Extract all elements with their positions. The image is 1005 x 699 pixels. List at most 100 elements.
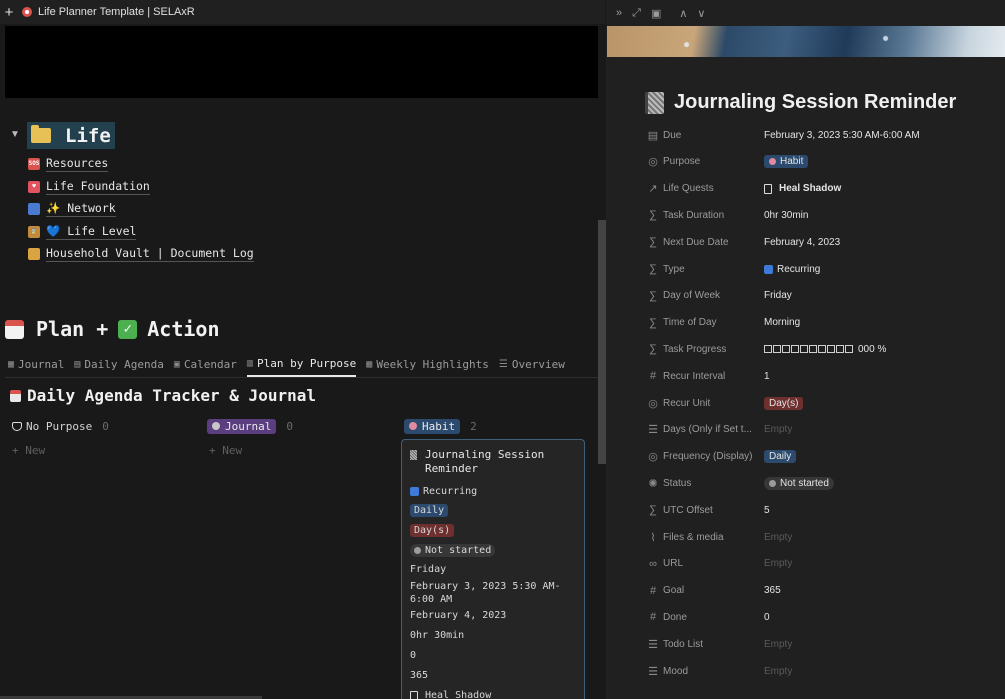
property-row[interactable]: # Goal 365: [644, 582, 999, 600]
column-label: Journal: [225, 419, 272, 433]
property-row[interactable]: ▤ Due February 3, 2023 5:30 AM-6:00 AM: [644, 126, 999, 144]
tab-calendar[interactable]: ▣ Calendar: [174, 352, 237, 377]
collapse-icon[interactable]: »: [616, 7, 622, 19]
check-mark-icon: ✓: [118, 319, 138, 339]
property-row[interactable]: ∑ UTC Offset 5: [644, 501, 999, 519]
property-value[interactable]: 1: [764, 371, 770, 382]
notebook-icon: [10, 389, 21, 402]
property-value[interactable]: Morning: [764, 317, 800, 328]
property-row[interactable]: ∑ Type Recurring: [644, 260, 999, 278]
column-habit[interactable]: Habit 2: [404, 418, 477, 434]
tab-label: Daily Agenda: [84, 358, 164, 371]
property-value[interactable]: Habit: [764, 155, 809, 169]
property-row[interactable]: ☰ Days (Only if Set t... Empty: [644, 421, 999, 439]
progress-cell: [836, 345, 844, 354]
property-value[interactable]: Day(s): [764, 396, 804, 410]
toggle-triangle-icon[interactable]: ▼: [10, 129, 20, 140]
property-row[interactable]: ☰ Mood Empty: [644, 662, 999, 680]
card-title: Journaling Session Reminder: [410, 448, 580, 476]
column-no-purpose[interactable]: No Purpose 0: [12, 418, 109, 434]
property-value[interactable]: 0: [764, 612, 770, 623]
select-icon: ◎: [648, 397, 658, 410]
property-label: Done: [663, 611, 687, 623]
property-row[interactable]: ☰ Todo List Empty: [644, 635, 999, 653]
status-icon: ✺: [648, 477, 658, 490]
side-peek-icon[interactable]: ▣: [651, 7, 661, 20]
property-value[interactable]: Empty: [764, 424, 792, 435]
life-heading[interactable]: Life: [27, 122, 115, 149]
property-value[interactable]: 365: [764, 585, 781, 596]
property-row[interactable]: ∞ URL Empty: [644, 555, 999, 573]
window-title[interactable]: Life Planner Template | SELAxR: [38, 6, 195, 18]
property-row[interactable]: ∑ Task Duration 0hr 30min: [644, 206, 999, 224]
property-tag: Day(s): [764, 396, 804, 410]
tab-overview[interactable]: ☰ Overview: [499, 352, 565, 377]
property-value[interactable]: Recurring: [764, 264, 820, 275]
property-value[interactable]: Empty: [764, 532, 792, 543]
brain-icon: [409, 422, 417, 430]
vertical-scrollbar[interactable]: [598, 220, 606, 464]
expand-icon[interactable]: ⤢: [632, 7, 641, 20]
chevron-up-icon[interactable]: ∧: [679, 7, 687, 20]
property-row[interactable]: ◎ Recur Unit Day(s): [644, 394, 999, 412]
progress-cell: [782, 345, 790, 354]
tab-daily-agenda[interactable]: ▤ Daily Agenda: [74, 352, 164, 377]
new-card-button[interactable]: + New: [12, 444, 45, 457]
property-value[interactable]: February 3, 2023 5:30 AM-6:00 AM: [764, 130, 920, 141]
property-row[interactable]: ∑ Task Progress 000 %: [644, 340, 999, 358]
column-count: 0: [102, 419, 109, 433]
property-value[interactable]: Heal Shadow: [764, 183, 841, 194]
property-row[interactable]: ∑ Time of Day Morning: [644, 314, 999, 332]
property-value[interactable]: Empty: [764, 666, 792, 677]
property-value[interactable]: February 4, 2023: [764, 237, 840, 248]
property-label: Files & media: [663, 531, 724, 543]
property-row[interactable]: # Done 0: [644, 608, 999, 626]
column-journal[interactable]: Journal 0: [207, 418, 293, 434]
property-row[interactable]: ✺ Status Not started: [644, 474, 999, 492]
life-heading-text: Life: [65, 124, 111, 147]
tab-label: Weekly Highlights: [376, 358, 489, 371]
property-value[interactable]: Empty: [764, 639, 792, 650]
life-link[interactable]: Household Vault | Document Log: [28, 246, 254, 262]
property-tag: Habit: [764, 155, 809, 169]
journal-tag: Journal: [207, 418, 277, 434]
property-value[interactable]: 0hr 30min: [764, 210, 808, 221]
chevron-down-icon[interactable]: ∨: [697, 7, 705, 20]
property-row[interactable]: ∑ Day of Week Friday: [644, 287, 999, 305]
panel-title[interactable]: Journaling Session Reminder: [645, 91, 956, 114]
property-value[interactable]: 5: [764, 505, 770, 516]
new-card-button[interactable]: + New: [209, 444, 242, 457]
property-value[interactable]: 000 %: [764, 344, 886, 355]
life-link[interactable]: ♥ Life Foundation: [28, 179, 150, 195]
page-cover: [5, 26, 598, 98]
property-row[interactable]: # Recur Interval 1: [644, 367, 999, 385]
property-value-text: Empty: [764, 424, 793, 436]
column-count: 2: [470, 419, 477, 433]
property-value-text: Empty: [764, 665, 793, 677]
tab-plan-by-purpose[interactable]: ▥ Plan by Purpose: [246, 352, 357, 377]
property-value-text: Habit: [780, 156, 804, 168]
property-value[interactable]: Daily: [764, 450, 797, 464]
board-card[interactable]: Journaling Session Reminder Recurring Da…: [401, 439, 585, 699]
property-value[interactable]: Friday: [764, 290, 792, 301]
property-row[interactable]: ◎ Frequency (Display) Daily: [644, 448, 999, 466]
card-quest: Heal Shadow: [410, 690, 491, 699]
property-row[interactable]: ↗ Life Quests Heal Shadow: [644, 180, 999, 198]
property-value[interactable]: Not started: [764, 476, 834, 490]
tab-journal[interactable]: ▦ Journal: [8, 352, 64, 377]
board-title[interactable]: Daily Agenda Tracker & Journal: [10, 386, 316, 405]
column-label: No Purpose: [26, 419, 93, 433]
relation-icon: ↗: [648, 183, 658, 196]
property-row[interactable]: ∑ Next Due Date February 4, 2023: [644, 233, 999, 251]
property-value[interactable]: Empty: [764, 558, 792, 569]
property-value-text: February 4, 2023: [764, 236, 841, 248]
property-row[interactable]: ⌇ Files & media Empty: [644, 528, 999, 546]
life-link[interactable]: ✨ Network: [28, 201, 116, 217]
property-row[interactable]: ◎ Purpose Habit: [644, 153, 999, 171]
new-tab-button[interactable]: +: [2, 4, 16, 21]
scroll-icon: [28, 248, 40, 260]
tab-weekly-highlights[interactable]: ▦ Weekly Highlights: [366, 352, 489, 377]
life-link[interactable]: ⌛ 💙 Life Level: [28, 224, 137, 240]
progress-cell: [764, 345, 772, 354]
life-link[interactable]: SOS Resources: [28, 156, 109, 172]
